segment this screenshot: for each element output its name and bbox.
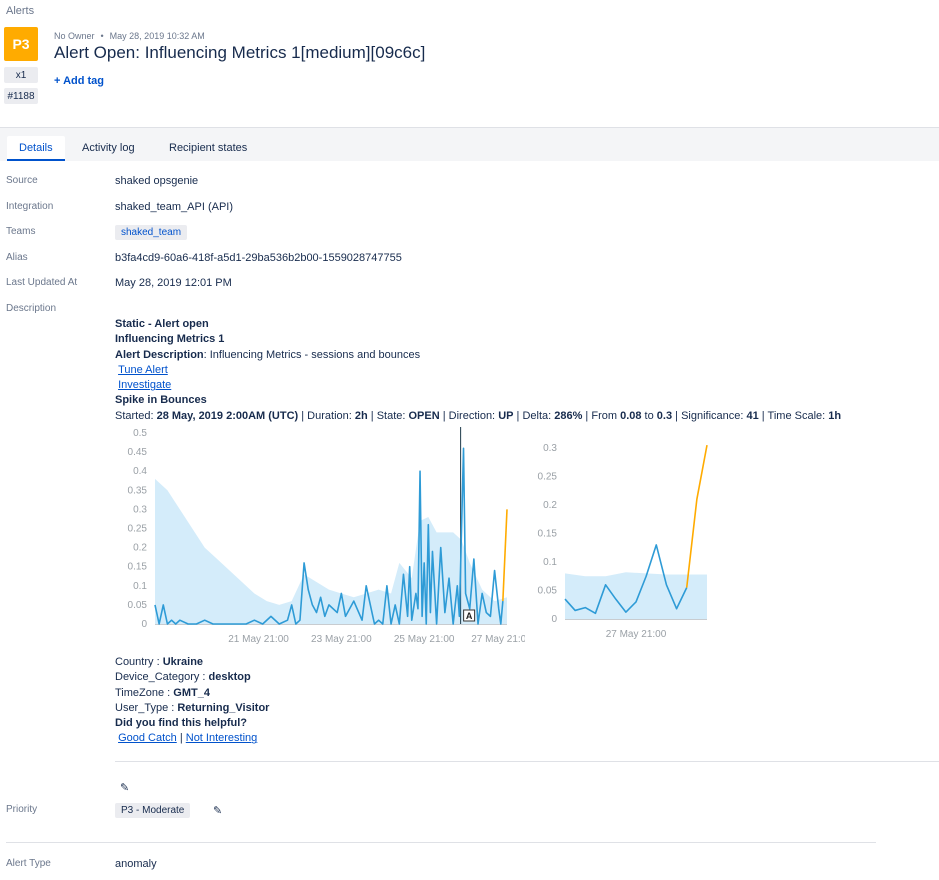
alert-type-label: Alert Type — [6, 858, 51, 869]
meta-separator: • — [100, 31, 104, 41]
zoom-chart: 0 0.05 0.1 0.15 0.2 0.25 0.3 27 May 21:00 — [538, 443, 708, 640]
device-value: desktop — [208, 671, 251, 684]
x-tick-label: 21 May 21:00 — [228, 634, 289, 645]
y-tick-label: 0.1 — [133, 581, 147, 592]
tune-alert-link[interactable]: Tune Alert — [118, 364, 168, 376]
tab-details[interactable]: Details — [7, 136, 65, 161]
source-value: shaked opsgenie — [115, 175, 199, 187]
alias-label: Alias — [6, 252, 28, 263]
alias-value: b3fa4cd9-60a6-418f-a5d1-29ba536b2b00-155… — [115, 252, 402, 264]
edit-description-pencil-icon[interactable]: ✎ — [120, 781, 129, 794]
y-tick-label: 0 — [141, 619, 147, 630]
y-tick-label: 0 — [551, 614, 557, 625]
y-tick-label: 0.1 — [543, 557, 557, 568]
y-tick-label: 0.4 — [133, 466, 147, 477]
timezone-value: GMT_4 — [173, 686, 210, 699]
alert-count-badge: x1 — [4, 67, 38, 83]
desc-value: : Influencing Metrics - sessions and bou… — [203, 348, 421, 361]
summary-line: Started: 28 May, 2019 2:00AM (UTC) | Dur… — [115, 409, 842, 422]
y-tick-label: 0.25 — [128, 524, 148, 535]
main-chart: 0 0.05 0.1 0.15 0.2 0.25 0.3 0.35 0.4 0.45 0.5 A 21 … — [128, 427, 525, 645]
priority-divider — [6, 842, 876, 843]
team-chip[interactable]: shaked_team — [115, 225, 188, 240]
investigate-link[interactable]: Investigate — [118, 379, 171, 391]
created-timestamp: May 28, 2019 10:32 AM — [109, 31, 205, 41]
series-line — [685, 445, 708, 588]
desc-key: Alert Description — [115, 348, 204, 361]
desc-line2: Influencing Metrics 1 — [115, 333, 225, 346]
y-tick-label: 0.25 — [538, 472, 558, 483]
helpful-question: Did you find this helpful? — [115, 717, 247, 730]
priority-chip: P3 - Moderate — [115, 803, 191, 818]
y-tick-label: 0.05 — [128, 600, 148, 611]
x-tick-label: 27 May 21:00 — [606, 629, 667, 640]
not-interesting-link[interactable]: Not Interesting — [186, 732, 258, 744]
updated-value: May 28, 2019 12:01 PM — [115, 277, 232, 289]
priority-badge: P3 — [4, 27, 38, 61]
user-type-value: Returning_Visitor — [177, 701, 270, 714]
integration-value[interactable]: shaked_team_API (API) — [115, 201, 233, 213]
y-tick-label: 0.2 — [543, 500, 557, 511]
expected-range-band — [155, 478, 507, 624]
x-tick-label: 23 May 21:00 — [311, 634, 372, 645]
y-tick-label: 0.3 — [133, 504, 147, 515]
integration-label: Integration — [6, 201, 54, 212]
source-label: Source — [6, 175, 38, 186]
owner-label[interactable]: No Owner — [54, 31, 95, 41]
annotation-label: A — [466, 611, 473, 621]
add-tag-link[interactable]: + Add tag — [54, 75, 104, 87]
series-line — [502, 509, 508, 602]
y-tick-label: 0.3 — [543, 443, 557, 454]
spike-title: Spike in Bounces — [115, 394, 207, 407]
good-catch-link[interactable]: Good Catch — [118, 732, 177, 744]
description-divider — [115, 761, 939, 762]
teams-label: Teams — [6, 226, 36, 237]
y-tick-label: 0.35 — [128, 485, 148, 496]
breadcrumb[interactable]: Alerts — [6, 5, 34, 17]
y-tick-label: 0.15 — [538, 529, 558, 540]
updated-label: Last Updated At — [6, 277, 78, 288]
x-tick-label: 27 May 21:0 — [471, 634, 525, 645]
description-header: Static - Alert open Influencing Metrics … — [115, 317, 841, 424]
description-footer: Country : Ukraine Device_Category : desk… — [115, 656, 270, 745]
description-label: Description — [6, 303, 57, 314]
alert-meta: No Owner • May 28, 2019 10:32 AM — [54, 31, 205, 41]
y-tick-label: 0.15 — [128, 562, 148, 573]
tiny-id-badge: #1188 — [4, 88, 38, 104]
x-tick-label: 25 May 21:00 — [394, 634, 455, 645]
expected-range-band — [565, 572, 707, 619]
alert-title: Alert Open: Influencing Metrics 1[medium… — [54, 43, 426, 62]
desc-line1: Static - Alert open — [115, 318, 209, 330]
y-tick-label: 0.2 — [133, 543, 147, 554]
alert-type-value: anomaly — [115, 858, 157, 870]
y-tick-label: 0.45 — [128, 447, 148, 458]
y-tick-label: 0.05 — [538, 586, 558, 597]
priority-label: Priority — [6, 804, 38, 815]
country-value: Ukraine — [162, 656, 204, 668]
edit-priority-pencil-icon[interactable]: ✎ — [213, 804, 222, 817]
y-tick-label: 0.5 — [133, 428, 147, 439]
tab-activity-log[interactable]: Activity log — [70, 136, 147, 161]
tab-recipient-states[interactable]: Recipient states — [157, 136, 259, 161]
